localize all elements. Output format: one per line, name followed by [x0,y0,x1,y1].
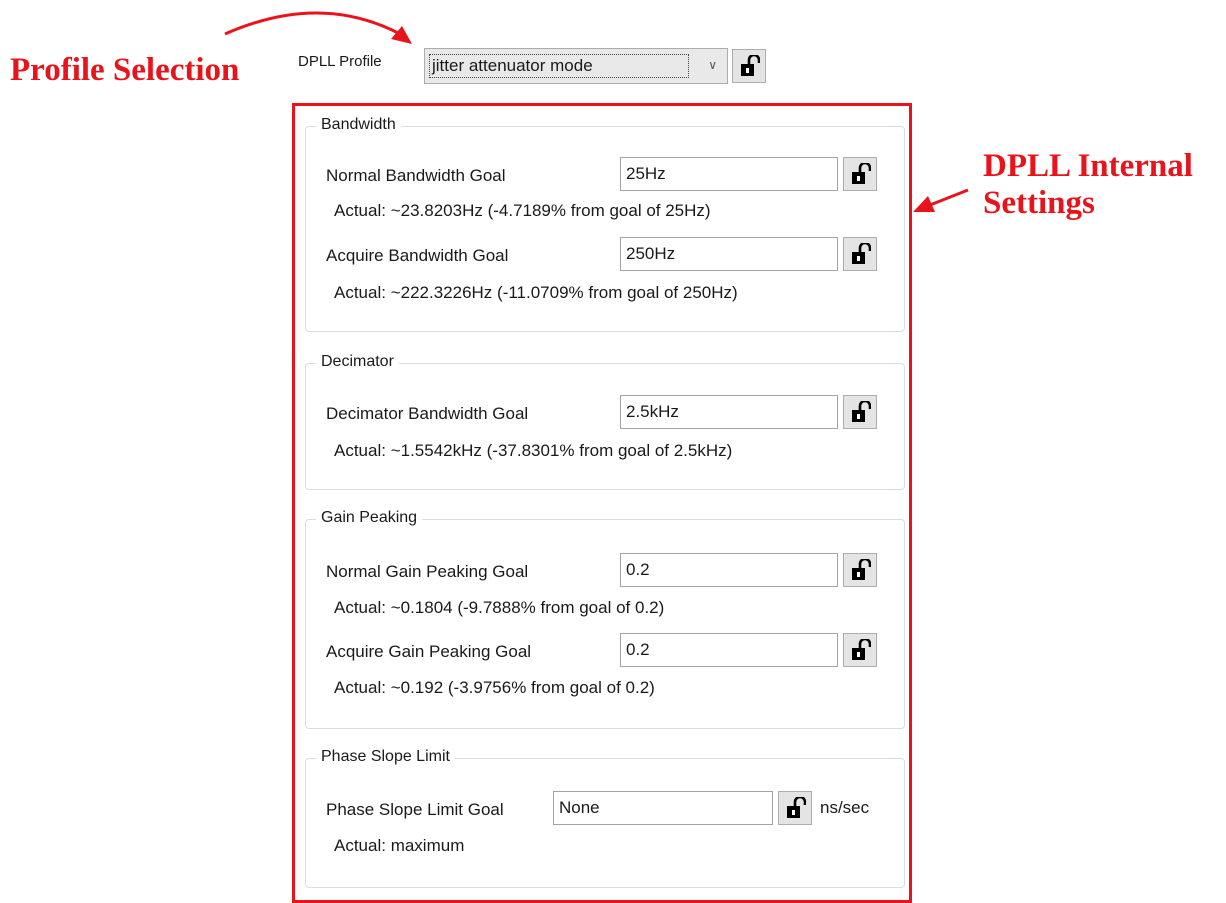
unlocked-padlock-icon [852,639,871,660]
decimator-bandwidth-lock-button[interactable] [843,395,877,429]
decimator-bandwidth-label: Decimator Bandwidth Goal [326,404,529,423]
decimator-bandwidth-actual: Actual: ~1.5542kHz (-37.8301% from goal … [334,441,733,460]
profile-arrow [224,11,401,36]
dpll-profile-dropdown[interactable]: jitter attenuator mode ∨ [424,48,728,84]
acquire-bandwidth-lock-button[interactable] [843,237,877,271]
normal-bandwidth-input[interactable]: 25Hz [620,157,838,191]
normal-gain-peaking-input[interactable]: 0.2 [620,553,838,587]
unlocked-padlock-icon [787,797,806,818]
dpll-arrowhead [913,196,935,212]
unlocked-padlock-icon [852,401,871,422]
phase-slope-units-label: ns/sec [820,798,870,817]
decimator-bandwidth-input[interactable]: 2.5kHz [620,395,838,429]
unlocked-padlock-icon [852,559,871,580]
normal-gain-peaking-lock-button[interactable] [843,553,877,587]
acquire-bandwidth-actual: Actual: ~222.3226Hz (-11.0709% from goal… [334,283,738,302]
profile-selection-annotation: Profile Selection [10,52,240,88]
gain-peaking-group-title: Gain Peaking [316,509,423,527]
phase-slope-limit-label: Phase Slope Limit Goal [326,800,504,819]
phase-slope-limit-input[interactable]: None [553,791,773,825]
profile-arrowhead [391,26,412,44]
dpll-profile-selected-value: jitter attenuator mode [429,54,689,78]
chevron-down-icon: ∨ [708,58,717,72]
normal-gain-peaking-label: Normal Gain Peaking Goal [326,562,529,581]
dpll-internal-settings-annotation: DPLL Internal Settings [983,148,1193,221]
normal-gain-peaking-actual: Actual: ~0.1804 (-9.7888% from goal of 0… [334,598,665,617]
normal-bandwidth-lock-button[interactable] [843,157,877,191]
dpll-arrow [929,188,969,207]
bandwidth-group-title: Bandwidth [316,116,401,134]
acquire-bandwidth-label: Acquire Bandwidth Goal [326,246,509,265]
phase-slope-limit-actual: Actual: maximum [334,836,465,855]
unlocked-padlock-icon [852,243,871,264]
profile-lock-button[interactable] [732,49,766,83]
dpll-profile-label: DPLL Profile [298,53,382,70]
normal-bandwidth-label: Normal Bandwidth Goal [326,166,506,185]
acquire-gain-peaking-actual: Actual: ~0.192 (-3.9756% from goal of 0.… [334,678,655,697]
decimator-group-title: Decimator [316,353,399,371]
acquire-bandwidth-input[interactable]: 250Hz [620,237,838,271]
unlocked-padlock-icon [852,163,871,184]
acquire-gain-peaking-label: Acquire Gain Peaking Goal [326,642,532,661]
unlocked-padlock-icon [741,55,760,76]
normal-bandwidth-actual: Actual: ~23.8203Hz (-4.7189% from goal o… [334,201,711,220]
acquire-gain-peaking-input[interactable]: 0.2 [620,633,838,667]
phase-slope-limit-group-title: Phase Slope Limit [316,748,455,766]
phase-slope-limit-lock-button[interactable] [778,791,812,825]
acquire-gain-peaking-lock-button[interactable] [843,633,877,667]
